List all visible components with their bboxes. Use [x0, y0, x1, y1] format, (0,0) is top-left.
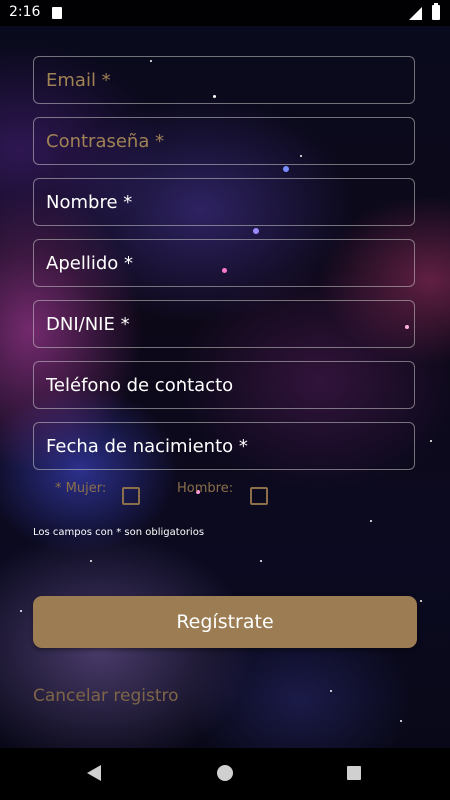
gender-male-checkbox[interactable]	[250, 487, 268, 505]
signal-icon	[409, 7, 422, 20]
name-field[interactable]	[33, 178, 415, 226]
birthdate-field[interactable]	[33, 422, 415, 470]
email-field[interactable]	[33, 56, 415, 104]
phone-input[interactable]	[34, 362, 414, 408]
battery-icon	[432, 3, 440, 20]
sd-card-icon	[52, 7, 62, 19]
birthdate-input[interactable]	[34, 423, 414, 469]
surname-field[interactable]	[33, 239, 415, 287]
home-icon[interactable]	[217, 765, 233, 781]
email-input[interactable]	[34, 57, 414, 103]
password-input[interactable]	[34, 118, 414, 164]
back-icon[interactable]	[87, 765, 101, 781]
status-bar: 2:16	[0, 0, 450, 26]
required-fields-note: Los campos con * son obligatorios	[33, 527, 205, 538]
gender-female-checkbox[interactable]	[122, 487, 140, 505]
status-time: 2:16	[9, 4, 41, 20]
phone-field[interactable]	[33, 361, 415, 409]
recents-icon[interactable]	[347, 766, 361, 780]
surname-input[interactable]	[34, 240, 414, 286]
name-input[interactable]	[34, 179, 414, 225]
dni-input[interactable]	[34, 301, 414, 347]
gender-male-label: Hombre:	[177, 481, 234, 496]
navigation-bar	[0, 748, 450, 800]
dni-field[interactable]	[33, 300, 415, 348]
password-field[interactable]	[33, 117, 415, 165]
cancel-registration-link[interactable]: Cancelar registro	[33, 686, 179, 706]
gender-female-label: * Mujer:	[55, 481, 107, 496]
register-button[interactable]: Regístrate	[33, 596, 417, 648]
